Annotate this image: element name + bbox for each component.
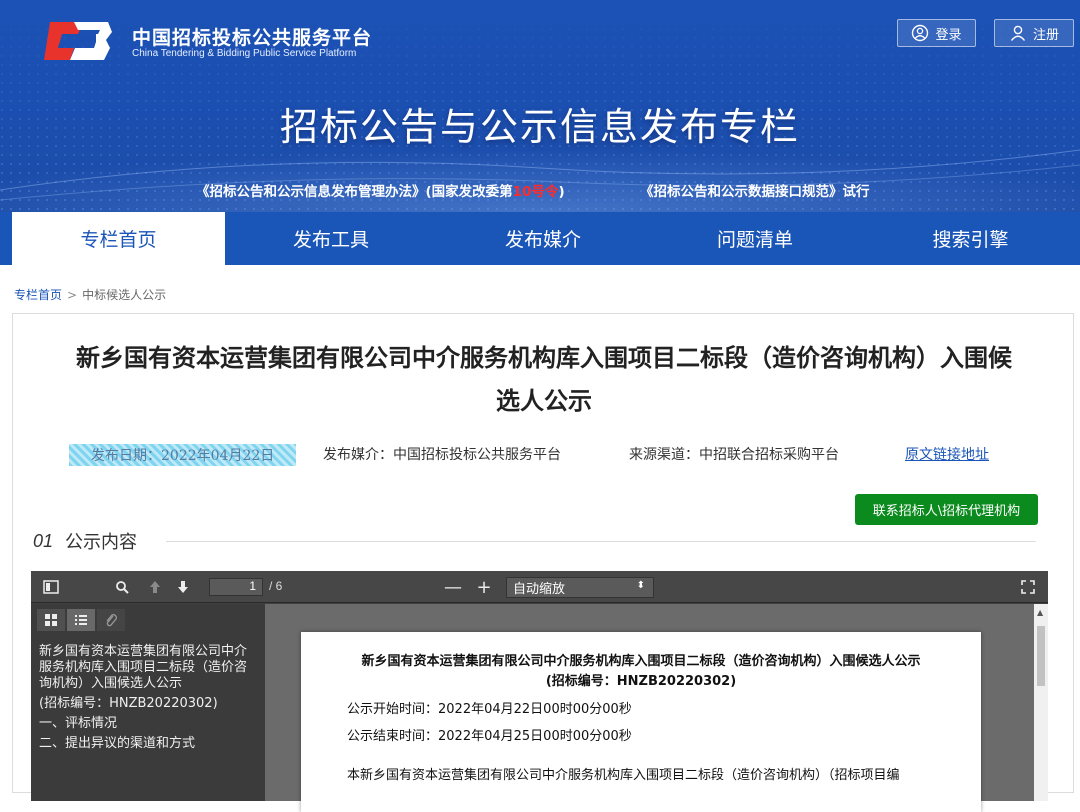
- notice-1-close: ): [558, 184, 565, 200]
- nav-item-publish-media[interactable]: 发布媒介: [437, 212, 649, 265]
- platform-logo[interactable]: [44, 18, 114, 64]
- thumbnails-tab[interactable]: [37, 609, 65, 631]
- arrow-down-icon: [178, 581, 188, 593]
- pdf-body-text: 本新乡国有资本运营集团有限公司中介服务机构库入围项目二标段（造价咨询机构）（招标…: [347, 768, 900, 783]
- notice-1-text: 《招标公告和公示信息发布管理办法》(国家发改委第: [196, 184, 513, 200]
- login-label: 登录: [935, 27, 962, 43]
- publish-date: 发布日期：2022年04月22日: [69, 444, 297, 466]
- outline-item[interactable]: 新乡国有资本运营集团有限公司中介服务机构库入围项目二标段（造价咨询机构）入围候选…: [39, 644, 259, 692]
- pdf-start-time: 公示开始时间：2022年04月22日00时00分00秒: [347, 702, 632, 717]
- page-total: / 6: [269, 579, 283, 593]
- brand-name-en: China Tendering & Bidding Public Service…: [132, 48, 357, 59]
- breadcrumb-home-link[interactable]: 专栏首页: [14, 288, 62, 302]
- outline-item[interactable]: (招标编号：HNZB20220302): [39, 696, 259, 712]
- scroll-thumb[interactable]: [1037, 626, 1045, 686]
- breadcrumb-separator: >: [67, 288, 78, 302]
- pdf-toolbar: 1 / 6 — + 自动缩放 ⬍: [31, 571, 1048, 603]
- user-circle-icon: [912, 24, 929, 42]
- pdf-subtitle-text: (招标编号：HNZB20220302): [545, 674, 737, 689]
- notice-link-regulation[interactable]: 《招标公告和公示信息发布管理办法》(国家发改委第10号令): [196, 180, 565, 200]
- grid-icon: [45, 614, 57, 626]
- user-icon: [1010, 25, 1026, 41]
- source-channel: 来源渠道：中招联合招标采购平台: [629, 447, 839, 463]
- outline-item[interactable]: 二、提出异议的渠道和方式: [39, 736, 259, 752]
- article-title-line2: 选人公示: [496, 387, 592, 415]
- next-page-button[interactable]: [171, 576, 195, 598]
- zoom-in-button[interactable]: +: [472, 576, 496, 598]
- pdf-page-title: 新乡国有资本运营集团有限公司中介服务机构库入围项目二标段（造价咨询机构）入围候选…: [301, 652, 981, 692]
- banner-title: 招标公告与公示信息发布专栏: [279, 105, 800, 149]
- outline-item[interactable]: 一、评标情况: [39, 716, 259, 732]
- article-title-line1: 新乡国有资本运营集团有限公司中介服务机构库入围项目二标段（造价咨询机构）入围候: [76, 344, 1012, 372]
- notice-link-spec[interactable]: 《招标公告和公示数据接口规范》试行: [640, 180, 870, 200]
- section-divider: [166, 541, 1036, 542]
- register-label: 注册: [1032, 27, 1059, 43]
- article-title: 新乡国有资本运营集团有限公司中介服务机构库入围项目二标段（造价咨询机构）入围候 …: [13, 337, 1075, 423]
- zoom-value: 自动缩放: [513, 582, 566, 597]
- notice-1-order: 10号令: [512, 184, 559, 200]
- breadcrumb: 专栏首页 > 中标候选人公示: [14, 286, 166, 303]
- login-button[interactable]: 登录: [897, 19, 976, 47]
- pdf-viewer: 1 / 6 — + 自动缩放 ⬍ 新乡国有资本运营集团有限公司中介服务机构库入围…: [31, 571, 1048, 812]
- toggle-sidebar-button[interactable]: [39, 576, 63, 598]
- breadcrumb-current: 中标候选人公示: [82, 288, 167, 302]
- sidebar-toggle-icon: [43, 580, 59, 594]
- section-number: 01: [33, 530, 54, 551]
- presentation-mode-button[interactable]: [1016, 576, 1040, 598]
- zoom-out-button[interactable]: —: [441, 576, 465, 598]
- previous-page-button[interactable]: [143, 576, 167, 598]
- sidebar-tabs: [37, 609, 125, 631]
- nav-item-faq[interactable]: 问题清单: [649, 212, 861, 265]
- pdf-sidebar: 新乡国有资本运营集团有限公司中介服务机构库入围项目二标段（造价咨询机构）入围候选…: [31, 604, 265, 801]
- nav-spacer: [0, 212, 12, 265]
- original-link[interactable]: 原文链接地址: [905, 444, 989, 464]
- plus-icon: +: [476, 576, 492, 598]
- chevron-updown-icon: ⬍: [636, 580, 645, 591]
- attachments-tab[interactable]: [97, 609, 125, 631]
- section-header: 01 公示内容: [33, 528, 137, 554]
- publish-media: 发布媒介：中国招标投标公共服务平台: [323, 447, 561, 463]
- nav-item-home[interactable]: 专栏首页: [12, 212, 225, 265]
- scroll-up-arrow-icon[interactable]: ▲: [1037, 608, 1043, 617]
- brand-name-cn: 中国招标投标公共服务平台: [132, 27, 373, 49]
- pdf-end-time: 公示结束时间：2022年04月25日00时00分00秒: [347, 729, 632, 744]
- paperclip-icon: [106, 614, 117, 627]
- nav-item-publish-tools[interactable]: 发布工具: [225, 212, 437, 265]
- section-label: 公示内容: [65, 532, 138, 553]
- article-card: 新乡国有资本运营集团有限公司中介服务机构库入围项目二标段（造价咨询机构）入围候 …: [12, 313, 1075, 812]
- nav-item-search-engine[interactable]: 搜索引擎: [861, 212, 1080, 265]
- header-banner: 中国招标投标公共服务平台 China Tendering & Bidding P…: [0, 0, 1080, 212]
- search-icon: [116, 581, 129, 594]
- register-button[interactable]: 注册: [994, 19, 1074, 47]
- page-number-input[interactable]: 1: [209, 578, 263, 596]
- pdf-page-area: 新乡国有资本运营集团有限公司中介服务机构库入围项目二标段（造价咨询机构）入围候选…: [265, 604, 1048, 812]
- arrow-up-icon: [150, 581, 160, 593]
- main-nav: 专栏首页 发布工具 发布媒介 问题清单 搜索引擎: [0, 212, 1080, 265]
- pdf-scrollbar[interactable]: ▲: [1034, 604, 1048, 801]
- fullscreen-icon: [1021, 580, 1035, 594]
- pdf-page: 新乡国有资本运营集团有限公司中介服务机构库入围项目二标段（造价咨询机构）入围候选…: [301, 632, 981, 812]
- pdf-title-text: 新乡国有资本运营集团有限公司中介服务机构库入围项目二标段（造价咨询机构）入围候选…: [361, 654, 921, 669]
- contact-tenderer-button[interactable]: 联系招标人\招标代理机构: [855, 494, 1038, 525]
- zoom-select[interactable]: 自动缩放 ⬍: [506, 577, 654, 598]
- minus-icon: —: [444, 576, 462, 598]
- document-outline: 新乡国有资本运营集团有限公司中介服务机构库入围项目二标段（造价咨询机构）入围候选…: [39, 644, 259, 756]
- list-icon: [75, 615, 87, 625]
- find-button[interactable]: [110, 576, 134, 598]
- outline-tab[interactable]: [67, 609, 95, 631]
